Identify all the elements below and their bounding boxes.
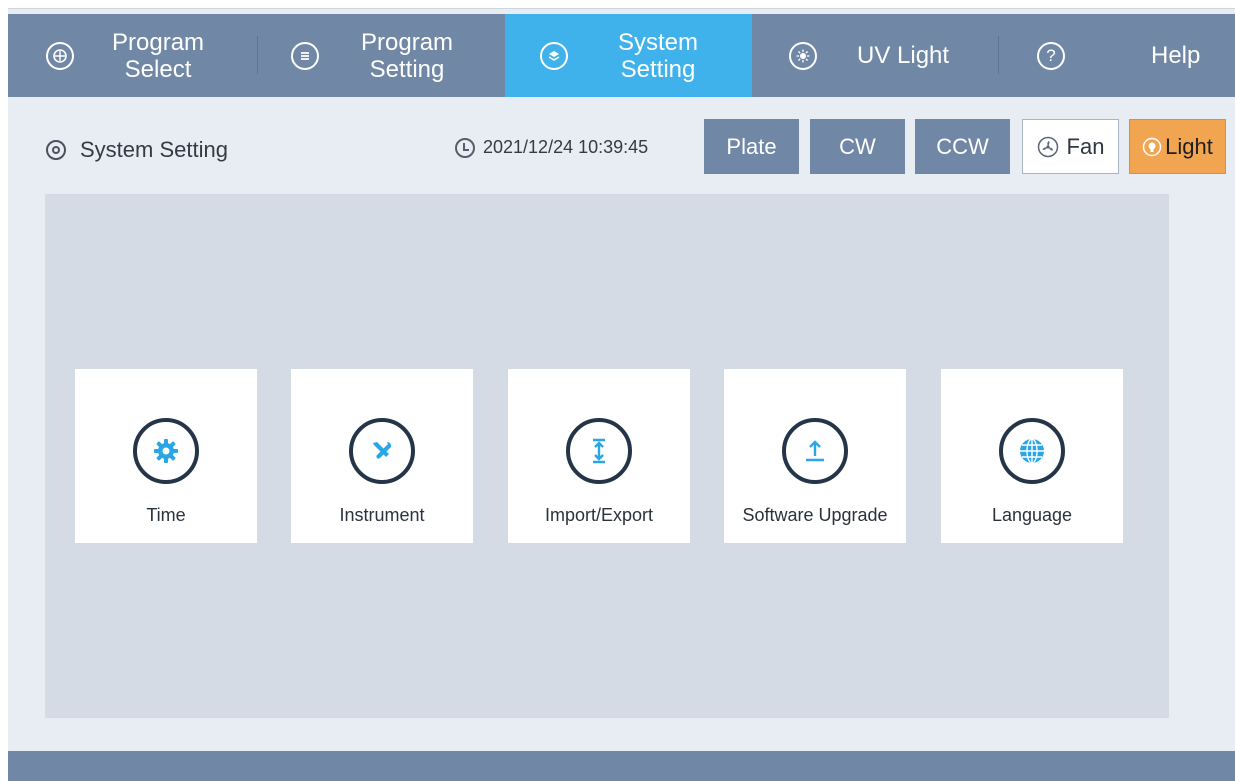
light-bulb-icon	[1142, 137, 1162, 157]
plate-button-label: Plate	[726, 133, 777, 159]
date-time-text: 2021/12/24 10:39:45	[483, 137, 649, 157]
tab-system-setting[interactable]: System Setting	[505, 14, 752, 97]
instrument-card-label: Instrument	[339, 505, 425, 525]
target-icon	[46, 140, 66, 160]
tools-icon	[349, 418, 415, 484]
ccw-button-label: CCW	[936, 133, 989, 159]
page-title: System Setting	[46, 137, 228, 163]
import-export-card-label: Import/Export	[544, 505, 654, 525]
tab-help[interactable]: ? Help	[999, 14, 1235, 97]
tab-program-setting[interactable]: Program Setting	[258, 14, 505, 97]
import-export-icon	[566, 418, 632, 484]
program-setting-icon	[291, 41, 319, 70]
light-button-label: Light	[1165, 133, 1213, 159]
uv-light-icon	[789, 41, 817, 70]
program-select-icon	[46, 41, 74, 70]
tab-program-setting-label: Program Setting	[361, 28, 454, 83]
settings-panel: Time Instrument Import/Export Software U…	[45, 194, 1169, 718]
tab-program-select[interactable]: Program Select	[8, 14, 258, 97]
plate-button[interactable]: Plate	[704, 119, 799, 174]
light-button[interactable]: Light	[1129, 119, 1226, 174]
gear-icon	[133, 418, 199, 484]
fan-icon	[1037, 136, 1059, 158]
clock-icon	[455, 137, 475, 158]
tab-program-select-label: Program Select	[112, 28, 205, 83]
software-upgrade-card-label: Software Upgrade	[742, 505, 888, 525]
app-frame: Program Select Program Setting System Se…	[8, 8, 1235, 781]
time-card-label: Time	[146, 505, 186, 525]
fan-button-label: Fan	[1066, 133, 1105, 159]
footer-bar	[8, 751, 1235, 781]
date-time-display: 2021/12/24 10:39:45	[455, 137, 648, 158]
cw-button-label: CW	[839, 133, 876, 159]
instrument-card[interactable]: Instrument	[291, 369, 473, 543]
globe-icon	[999, 418, 1065, 484]
help-icon: ?	[1037, 41, 1065, 70]
system-setting-icon	[540, 41, 568, 70]
software-upgrade-card[interactable]: Software Upgrade	[724, 369, 906, 543]
tab-uv-light[interactable]: UV Light	[752, 14, 999, 97]
import-export-card[interactable]: Import/Export	[508, 369, 690, 543]
tab-system-setting-label: System Setting	[618, 28, 699, 83]
language-card[interactable]: Language	[941, 369, 1123, 543]
cw-button[interactable]: CW	[810, 119, 905, 174]
language-card-label: Language	[991, 505, 1073, 525]
upload-icon	[782, 418, 848, 484]
tab-uv-light-label: UV Light	[857, 42, 950, 69]
fan-button[interactable]: Fan	[1022, 119, 1119, 174]
tab-help-label: Help	[1151, 42, 1201, 69]
time-card[interactable]: Time	[75, 369, 257, 543]
page-title-text: System Setting	[80, 137, 228, 162]
top-navigation: Program Select Program Setting System Se…	[8, 14, 1235, 97]
ccw-button[interactable]: CCW	[915, 119, 1010, 174]
